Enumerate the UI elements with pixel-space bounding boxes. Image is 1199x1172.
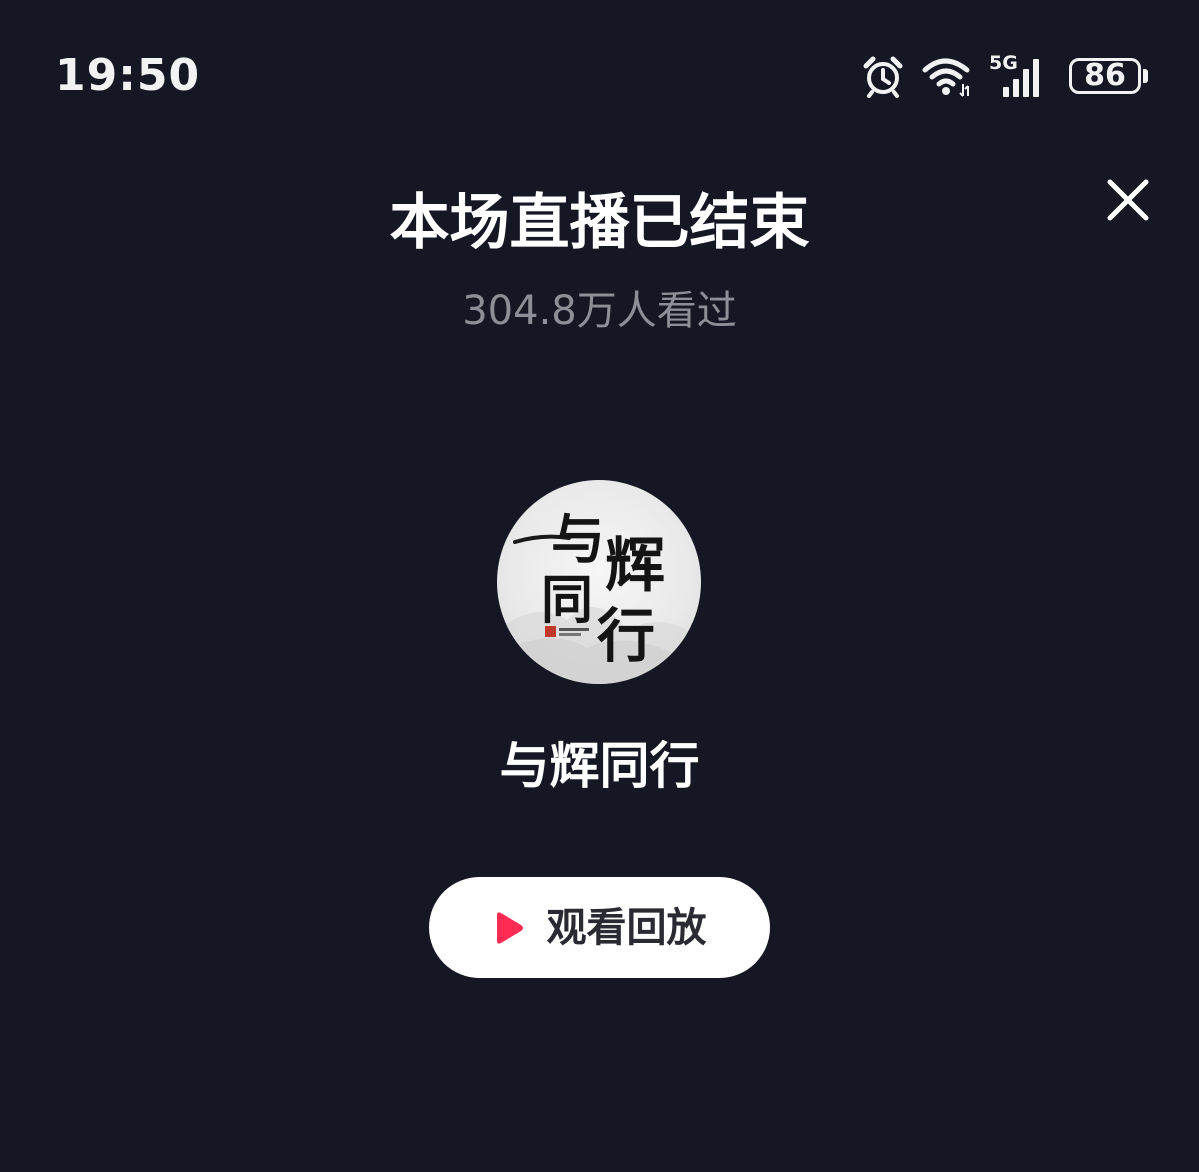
viewer-count: 304.8万人看过 xyxy=(462,288,737,334)
streamer-avatar[interactable]: 与 辉 同 行 xyxy=(497,480,701,684)
cellular-signal-icon: 5G xyxy=(989,53,1053,99)
avatar-char-4: 行 xyxy=(597,602,655,670)
status-icons: 5G 86 xyxy=(861,52,1149,100)
play-icon xyxy=(496,911,523,944)
avatar-char-1: 与 xyxy=(551,507,605,571)
battery-level: 86 xyxy=(1069,58,1141,94)
live-ended-title: 本场直播已结束 xyxy=(389,188,810,258)
calligraphy-logo: 与 辉 同 行 xyxy=(497,507,701,684)
battery-icon: 86 xyxy=(1069,56,1149,96)
wifi-icon xyxy=(921,54,973,98)
watch-replay-label: 观看回放 xyxy=(546,904,707,951)
avatar-char-3: 同 xyxy=(541,570,593,631)
streamer-name[interactable]: 与辉同行 xyxy=(0,732,1199,800)
avatar-char-2: 辉 xyxy=(605,531,665,601)
watch-replay-button[interactable]: 观看回放 xyxy=(429,877,770,978)
live-ended-screen: 19:50 5G 86 本场直播已结束 304.8万人看过 与 辉 同 行 与辉… xyxy=(0,0,1199,1172)
seal-stamp xyxy=(545,626,556,637)
status-time: 19:50 xyxy=(55,50,201,101)
battery-tip xyxy=(1143,69,1148,83)
alarm-icon xyxy=(861,54,905,98)
